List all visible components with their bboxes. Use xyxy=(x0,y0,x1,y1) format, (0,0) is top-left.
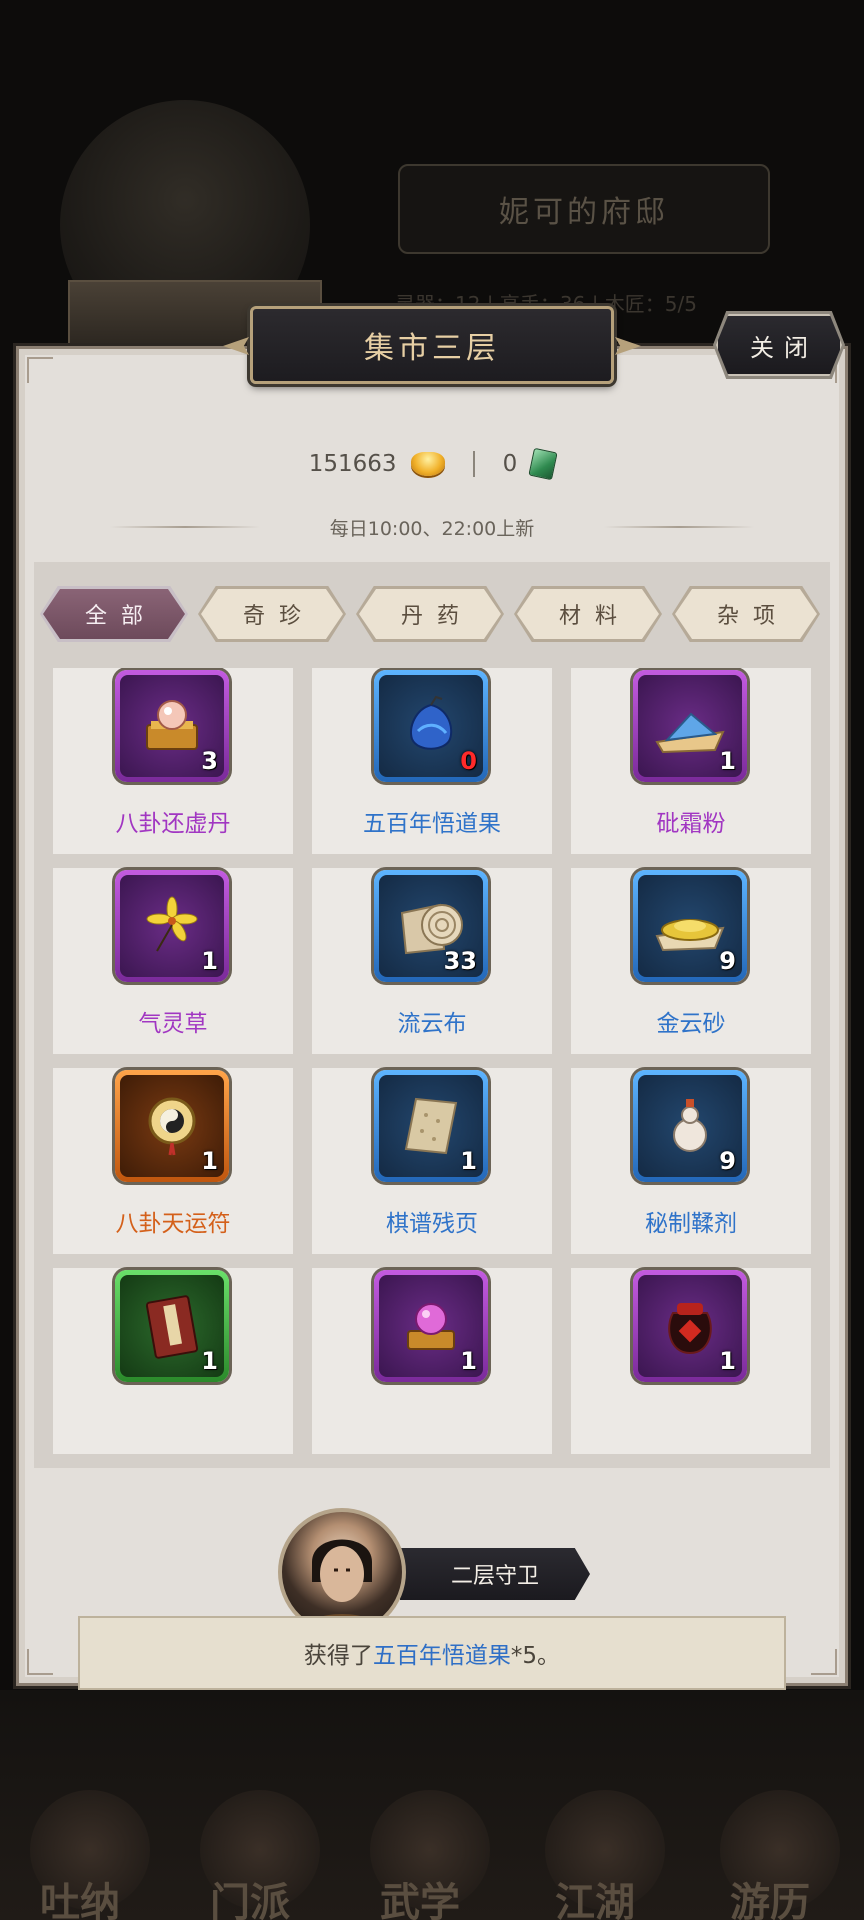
toast-suffix: *5。 xyxy=(510,1643,561,1669)
panel-title-plate: 集市三层 xyxy=(250,306,614,384)
item-slot: 3 xyxy=(115,670,229,782)
item-name: 八卦还虚丹 xyxy=(115,811,231,837)
item-quantity: 3 xyxy=(201,747,218,775)
item-quantity: 9 xyxy=(719,1147,736,1175)
item-card[interactable]: 1 八卦天运符 xyxy=(53,1068,293,1254)
item-slot: 0 xyxy=(374,670,488,782)
fruit-icon xyxy=(410,695,453,750)
jade-token-icon xyxy=(528,447,558,481)
close-button[interactable]: 关闭 xyxy=(716,314,842,376)
item-quantity: 1 xyxy=(719,747,736,775)
category-tabs: 全部 奇珍 丹药 材料 杂项 xyxy=(40,586,830,642)
item-card[interactable]: 9 秘制鞣剂 xyxy=(571,1068,811,1254)
corner-ornament xyxy=(811,1649,837,1675)
item-card[interactable]: 0 五百年悟道果 xyxy=(312,668,552,854)
item-slot: 33 xyxy=(374,870,488,982)
background-mansion-title: 妮可的府邸 xyxy=(398,164,770,254)
item-name: 八卦天运符 xyxy=(115,1211,231,1237)
bagua-talisman-icon xyxy=(148,1097,196,1156)
item-slot: 1 xyxy=(115,1070,229,1182)
item-name: 气灵草 xyxy=(138,1011,208,1037)
toast-prefix: 获得了 xyxy=(303,1643,373,1669)
reward-toast: 获得了 五百年悟道果 *5。 xyxy=(78,1616,786,1690)
corner-ornament xyxy=(27,357,53,383)
currency-divider xyxy=(472,451,475,477)
tab-materials[interactable]: 材料 xyxy=(514,586,662,642)
tab-label: 丹药 xyxy=(359,589,501,639)
item-slot: 1 xyxy=(633,670,747,782)
item-card[interactable]: 1 xyxy=(53,1268,293,1454)
gold-amount: 151663 xyxy=(308,451,397,477)
tab-misc[interactable]: 杂项 xyxy=(672,586,820,642)
item-card[interactable]: 1 xyxy=(571,1268,811,1454)
item-grid: 3 八卦还虚丹 0 五百年悟道果 1 砒霜粉 1 气灵草 33 流云布 9 金云… xyxy=(53,668,811,1456)
item-slot: 1 xyxy=(633,1270,747,1382)
item-quantity: 1 xyxy=(460,1347,477,1375)
herb-flower-icon xyxy=(146,896,198,952)
guard-name-tag[interactable]: 二层守卫 xyxy=(400,1548,590,1600)
wine-jar-icon xyxy=(668,1303,712,1355)
item-name: 棋谱残页 xyxy=(386,1211,478,1237)
item-card[interactable]: 1 棋谱残页 xyxy=(312,1068,552,1254)
item-name: 流云布 xyxy=(397,1011,467,1037)
item-slot: 1 xyxy=(374,1270,488,1382)
item-name: 秘制鞣剂 xyxy=(645,1211,737,1237)
item-quantity: 1 xyxy=(201,1147,218,1175)
item-name: 砒霜粉 xyxy=(656,811,726,837)
tab-label: 奇珍 xyxy=(201,589,343,639)
sand-pile-icon xyxy=(655,919,725,952)
gourd-bottle-icon xyxy=(673,1099,707,1152)
item-slot: 1 xyxy=(115,1270,229,1382)
tab-all[interactable]: 全部 xyxy=(40,586,188,642)
tab-label: 杂项 xyxy=(675,589,817,639)
item-name: 金云砂 xyxy=(656,1011,726,1037)
deco-line-right xyxy=(604,526,754,528)
item-card[interactable]: 1 气灵草 xyxy=(53,868,293,1054)
item-slot: 9 xyxy=(633,870,747,982)
item-quantity: 0 xyxy=(460,747,477,775)
tab-treasures[interactable]: 奇珍 xyxy=(198,586,346,642)
item-quantity: 9 xyxy=(719,947,736,975)
item-quantity: 33 xyxy=(443,947,477,975)
toast-item-name: 五百年悟道果 xyxy=(372,1643,511,1669)
paper-scrap-icon xyxy=(404,1097,458,1155)
tab-pills[interactable]: 丹药 xyxy=(356,586,504,642)
panel-title: 集市三层 xyxy=(364,331,500,366)
nav-label-jianghu: 江湖 xyxy=(555,1879,635,1920)
orb-pedestal-icon xyxy=(407,1303,455,1350)
item-quantity: 1 xyxy=(719,1347,736,1375)
item-slot: 1 xyxy=(374,1070,488,1182)
item-card[interactable]: 9 金云砂 xyxy=(571,868,811,1054)
tab-label: 材料 xyxy=(517,589,659,639)
item-name: 五百年悟道果 xyxy=(363,811,501,837)
item-quantity: 1 xyxy=(201,1347,218,1375)
item-slot: 9 xyxy=(633,1070,747,1182)
pill-box-icon xyxy=(146,700,198,750)
powder-icon xyxy=(655,712,725,754)
item-slot: 1 xyxy=(115,870,229,982)
gold-ingot-icon xyxy=(410,452,445,476)
nav-label-youli: 游历 xyxy=(730,1879,810,1920)
item-card[interactable]: 1 砒霜粉 xyxy=(571,668,811,854)
book-icon xyxy=(145,1295,199,1359)
tab-label: 全部 xyxy=(43,589,185,639)
item-quantity: 1 xyxy=(201,947,218,975)
guard-portrait-icon xyxy=(302,1539,382,1632)
corner-ornament xyxy=(27,1649,53,1675)
jade-amount: 0 xyxy=(502,451,518,477)
nav-label-menpai: 门派 xyxy=(210,1879,290,1920)
item-quantity: 1 xyxy=(460,1147,477,1175)
currency-bar: 151663 0 xyxy=(0,447,864,481)
nav-label-tuna: 吐纳 xyxy=(40,1879,120,1920)
item-card[interactable]: 33 流云布 xyxy=(312,868,552,1054)
item-card[interactable]: 1 xyxy=(312,1268,552,1454)
item-card[interactable]: 3 八卦还虚丹 xyxy=(53,668,293,854)
nav-label-wuxue: 武学 xyxy=(380,1879,460,1920)
